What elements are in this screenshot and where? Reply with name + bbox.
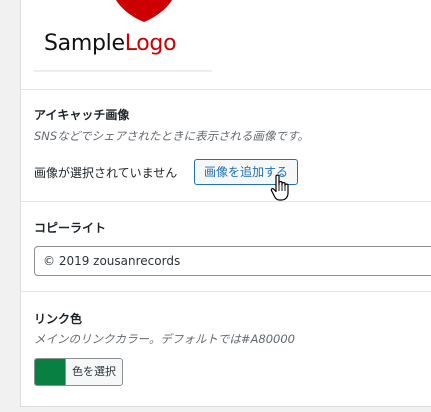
- link-color-description: メインのリンクカラー。デフォルトでは#A80000: [34, 332, 295, 346]
- eyecatch-status: 画像が選択されていません: [34, 166, 178, 180]
- section-divider: [21, 201, 431, 202]
- section-divider: [21, 291, 431, 292]
- logo-text: SampleLogo: [44, 29, 177, 59]
- eyecatch-description: SNSなどでシェアされたときに表示される画像です。: [34, 129, 309, 143]
- color-swatch: [35, 359, 66, 385]
- logo-preview: SampleLogo: [34, 0, 212, 71]
- hand-pointer-icon: [270, 174, 289, 201]
- select-color-label: 色を選択: [72, 365, 116, 378]
- customizer-panel: SampleLogo アイキャッチ画像 SNSなどでシェアされたときに表示される…: [20, 0, 431, 407]
- logo-text-logo: Logo: [124, 31, 177, 56]
- eyecatch-title: アイキャッチ画像: [34, 108, 130, 122]
- section-divider: [21, 89, 431, 90]
- copyright-title: コピーライト: [34, 221, 107, 235]
- link-color-title: リンク色: [34, 312, 83, 326]
- copyright-input[interactable]: © 2019 zousanrecords: [34, 246, 431, 276]
- select-color-button[interactable]: 色を選択: [34, 358, 123, 386]
- logo-heart-shape: [116, 0, 172, 22]
- logo-text-sample: Sample: [44, 31, 125, 56]
